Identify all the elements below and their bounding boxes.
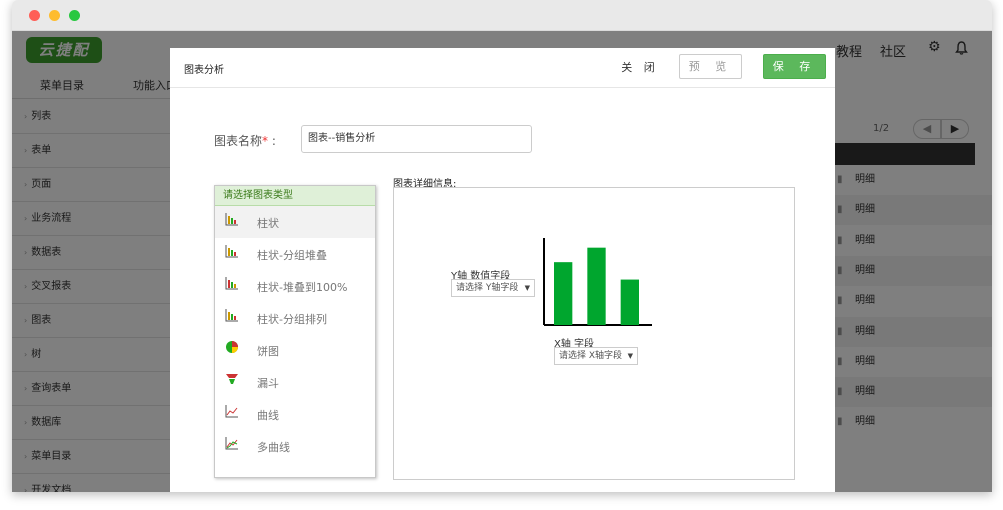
chart-type-label: 曲线 — [257, 409, 279, 422]
chart-type-option[interactable]: 柱状-分组堆叠 — [215, 238, 375, 270]
multi-line-icon — [225, 437, 238, 450]
chart-type-option[interactable]: 饼图 — [215, 334, 375, 366]
chart-type-label: 多曲线 — [257, 441, 290, 454]
caret-down-icon: ▼ — [627, 352, 633, 360]
funnel-icon — [226, 374, 238, 384]
stacked-bar-icon — [225, 245, 238, 258]
y-field-select-value: 请选择 Y轴字段 — [456, 283, 519, 293]
browser-window: 云捷配 教程 社区 ⚙ 菜单目录 功能入口 ›列表›表单›页面›业务流程›数据表… — [12, 0, 992, 492]
chart-type-label: 漏斗 — [257, 377, 279, 390]
chart-type-label: 饼图 — [257, 345, 279, 358]
x-field-select-value: 请选择 X轴字段 — [559, 351, 623, 361]
bar-chart-preview — [543, 238, 652, 326]
required-mark: * — [262, 134, 269, 148]
chart-detail-panel: Y轴 数值字段 请选择 Y轴字段 ▼ X轴 字段 请选择 X轴字段 ▼ — [393, 187, 795, 480]
chart-type-label: 柱状 — [257, 217, 279, 230]
percent-bar-icon — [225, 277, 238, 290]
chart-type-option[interactable]: 柱状-堆叠到100% — [215, 270, 375, 302]
dialog-header: 图表分析 关 闭 预 览 保 存 — [170, 48, 835, 88]
chart-type-label: 柱状-堆叠到100% — [257, 281, 348, 294]
grouped-bar-icon — [225, 309, 238, 322]
chart-type-option[interactable]: 曲线 — [215, 398, 375, 430]
minimize-window-button[interactable] — [49, 10, 60, 21]
chart-name-label: 图表名称* : — [214, 132, 276, 149]
close-window-button[interactable] — [29, 10, 40, 21]
preview-button[interactable]: 预 览 — [679, 54, 742, 79]
chart-type-header: 请选择图表类型 — [215, 186, 375, 206]
chart-bar — [587, 247, 606, 325]
chart-type-label: 柱状-分组排列 — [257, 313, 327, 326]
pie-chart-icon — [226, 341, 238, 353]
y-field-select[interactable]: 请选择 Y轴字段 ▼ — [451, 279, 535, 297]
chart-name-colon: : — [271, 134, 276, 148]
chart-type-option[interactable]: 柱状-分组排列 — [215, 302, 375, 334]
window-titlebar — [12, 0, 992, 31]
chart-bar — [620, 279, 639, 325]
app-background: 云捷配 教程 社区 ⚙ 菜单目录 功能入口 ›列表›表单›页面›业务流程›数据表… — [12, 31, 992, 492]
caret-down-icon: ▼ — [524, 284, 530, 292]
chart-name-input[interactable]: 图表--销售分析 — [301, 125, 532, 153]
chart-analysis-dialog: 图表分析 关 闭 预 览 保 存 图表名称* : 图表--销售分析 请选择图表类… — [170, 48, 835, 492]
x-field-select[interactable]: 请选择 X轴字段 ▼ — [554, 347, 638, 365]
save-button[interactable]: 保 存 — [763, 54, 826, 79]
bar-chart-icon — [225, 213, 238, 226]
chart-type-option[interactable]: 漏斗 — [215, 366, 375, 398]
line-chart-icon — [225, 405, 238, 418]
chart-type-option[interactable]: 柱状 — [215, 206, 375, 238]
dialog-title: 图表分析 — [184, 65, 224, 76]
chart-type-option[interactable]: 多曲线 — [215, 430, 375, 462]
chart-type-list: 请选择图表类型 柱状柱状-分组堆叠柱状-堆叠到100% 柱状-分组排列 饼图漏斗曲线… — [214, 185, 376, 478]
chart-name-label-text: 图表名称 — [214, 134, 263, 148]
chart-bar — [554, 262, 573, 325]
chart-type-label: 柱状-分组堆叠 — [257, 249, 327, 262]
maximize-window-button[interactable] — [69, 10, 80, 21]
close-button[interactable]: 关 闭 — [620, 58, 660, 78]
